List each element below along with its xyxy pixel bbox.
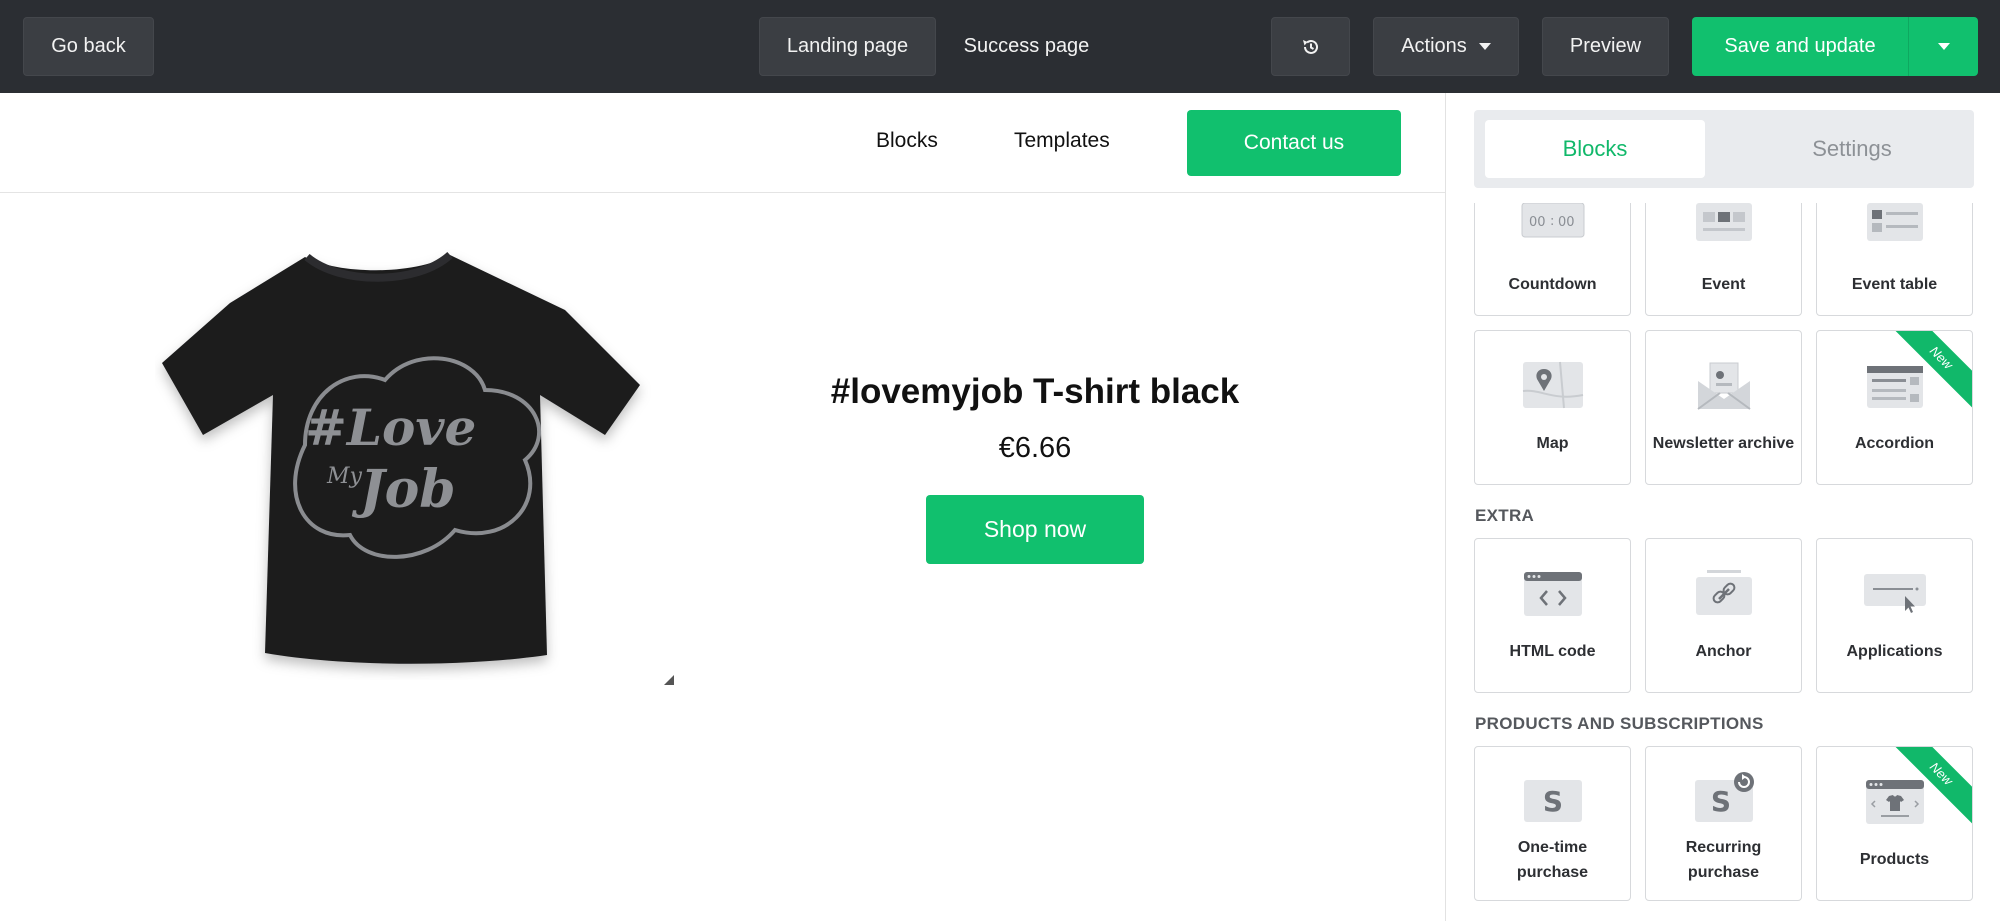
tab-settings[interactable]: Settings (1742, 120, 1962, 178)
tshirt-image[interactable]: #Love My Job (155, 245, 655, 680)
countdown-icon: 00 : 00 (1521, 203, 1584, 238)
tab-landing-page[interactable]: Landing page (759, 17, 936, 76)
history-icon (1302, 39, 1318, 54)
block-products[interactable]: Products New (1816, 746, 1973, 901)
block-html-code[interactable]: HTML code (1474, 538, 1631, 693)
site-navigation: Blocks Templates Contact us (0, 93, 1445, 193)
block-label-line2: purchase (1687, 864, 1760, 881)
product-price: €6.66 (998, 432, 1072, 464)
event-table-icon (1866, 203, 1923, 241)
block-label: Anchor (1695, 643, 1752, 660)
nav-link-blocks[interactable]: Blocks (876, 129, 938, 153)
block-label: Event table (1851, 276, 1938, 293)
contact-us-button[interactable]: Contact us (1187, 110, 1401, 176)
block-label: Applications (1846, 643, 1943, 660)
caret-down-icon (1937, 43, 1950, 50)
tab-success-page[interactable]: Success page (944, 17, 1109, 76)
svg-text:00: 00 (1529, 215, 1546, 230)
shop-now-button[interactable]: Shop now (926, 495, 1144, 564)
block-label-line2: purchase (1516, 864, 1589, 881)
save-and-update-button[interactable]: Save and update (1692, 17, 1908, 76)
preview-button[interactable]: Preview (1542, 17, 1669, 76)
block-anchor[interactable]: Anchor (1645, 538, 1802, 693)
blocks-grid: 00 : 00 Countdown Event Event table Map … (1446, 203, 2000, 921)
block-label: Newsletter archive (1652, 435, 1795, 452)
tshirt-print-job: Job (351, 459, 456, 520)
history-button[interactable] (1271, 17, 1350, 76)
tshirt-print-my: My (326, 464, 363, 489)
map-icon (1522, 361, 1583, 409)
section-title-products: PRODUCTS AND SUBSCRIPTIONS (1475, 714, 1764, 733)
one-time-purchase-icon: S (1523, 780, 1582, 822)
block-label: Products (1859, 851, 1930, 868)
block-label: Countdown (1508, 276, 1597, 293)
block-countdown[interactable]: 00 : 00 Countdown (1474, 203, 1631, 316)
tab-blocks[interactable]: Blocks (1485, 120, 1705, 178)
block-map[interactable]: Map (1474, 330, 1631, 485)
products-icon (1865, 780, 1924, 824)
tshirt-print-love: #Love (305, 398, 476, 457)
nav-link-templates[interactable]: Templates (1014, 129, 1110, 153)
section-title-extra: EXTRA (1475, 506, 1535, 525)
block-label-line1: Recurring (1685, 839, 1762, 856)
event-icon (1695, 203, 1752, 241)
block-accordion[interactable]: Accordion New (1816, 330, 1973, 485)
block-recurring-purchase[interactable]: S Recurring purchase (1645, 746, 1802, 901)
accordion-icon (1866, 366, 1923, 408)
recurring-purchase-icon: S (1694, 772, 1754, 822)
block-newsletter-archive[interactable]: Newsletter archive (1645, 330, 1802, 485)
block-one-time-purchase[interactable]: S One-time purchase (1474, 746, 1631, 901)
svg-text:S: S (1542, 785, 1562, 818)
actions-dropdown[interactable]: Actions (1373, 17, 1519, 76)
block-label: Event (1701, 276, 1746, 293)
block-label-line1: One-time (1517, 839, 1588, 856)
svg-text::: : (1550, 214, 1554, 229)
html-code-icon (1523, 572, 1582, 616)
save-options-toggle[interactable] (1908, 17, 1978, 76)
block-label: Accordion (1854, 435, 1935, 452)
anchor-link-icon (1695, 570, 1752, 615)
go-back-button[interactable]: Go back (23, 17, 154, 76)
svg-text:S: S (1710, 785, 1730, 818)
product-title: #lovemyjob T-shirt black (830, 372, 1240, 411)
svg-text:00: 00 (1558, 215, 1575, 230)
resize-handle[interactable] (664, 675, 674, 685)
block-label: HTML code (1509, 643, 1596, 660)
save-button-group: Save and update (1692, 17, 1978, 76)
caret-down-icon (1478, 43, 1491, 50)
panel-tabs: Blocks Settings (1474, 110, 1974, 188)
applications-icon (1863, 574, 1926, 613)
block-label: Map (1536, 435, 1569, 452)
block-event[interactable]: Event (1645, 203, 1802, 316)
actions-label: Actions (1401, 35, 1467, 57)
newsletter-archive-icon (1696, 362, 1751, 410)
blocks-panel: Blocks Settings 00 : 00 Countdown Event (1445, 93, 2000, 921)
block-event-table[interactable]: Event table (1816, 203, 1973, 316)
block-applications[interactable]: Applications (1816, 538, 1973, 693)
editor-toolbar: Go back Landing page Success page Action… (0, 0, 2000, 93)
